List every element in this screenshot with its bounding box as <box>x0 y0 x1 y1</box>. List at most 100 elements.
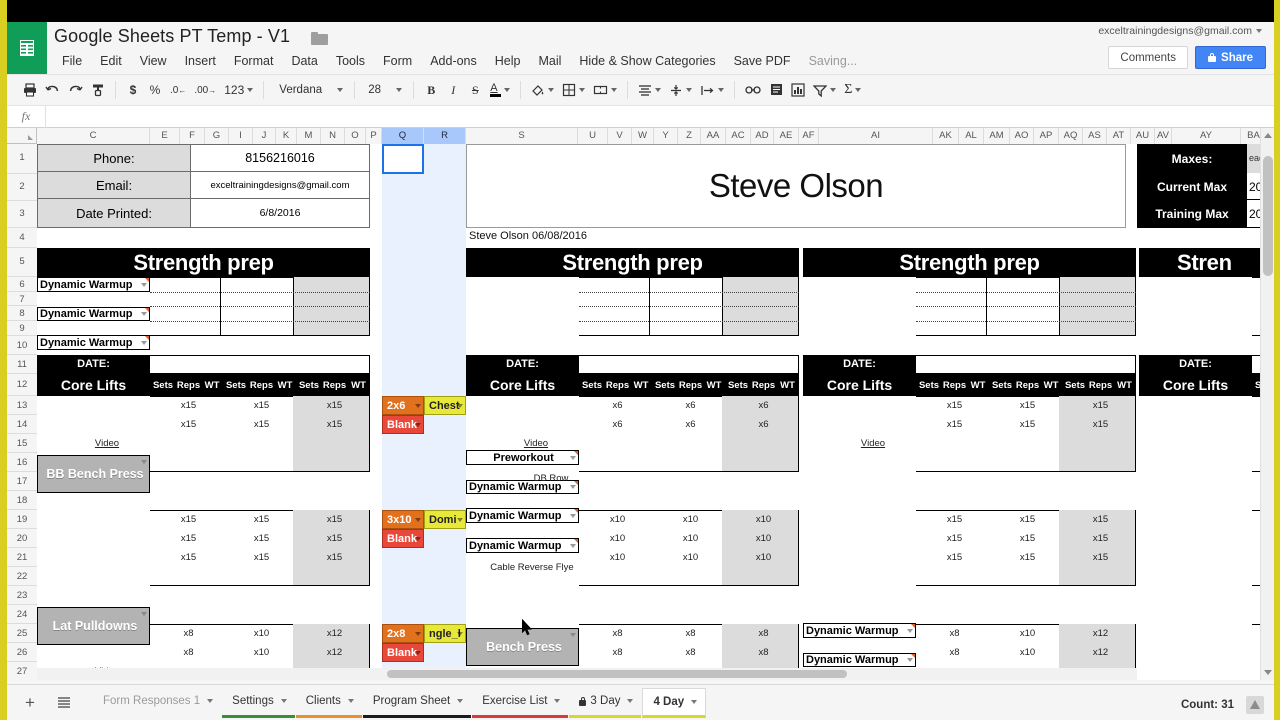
tag-cat-row25[interactable]: ngle_l <box>424 624 466 643</box>
row-header-27[interactable]: 27 <box>7 662 37 680</box>
comments-button[interactable]: Comments <box>1108 46 1188 69</box>
program-2-warmup-0[interactable]: Preworkout <box>466 450 579 465</box>
col-header-AE[interactable]: AE <box>774 128 799 144</box>
row-header-26[interactable]: 26 <box>7 643 37 662</box>
decrease-decimal-button[interactable]: .0 ← <box>166 78 190 103</box>
col-header-J[interactable]: J <box>253 128 276 144</box>
col-header-U[interactable]: U <box>578 128 608 144</box>
sheet-tab-program-sheet[interactable]: Program Sheet <box>362 688 472 718</box>
tag-set-row14[interactable]: Blank <box>382 415 424 434</box>
paint-format-icon[interactable] <box>87 78 109 103</box>
col-header-N[interactable]: N <box>321 128 345 144</box>
strikethrough-button[interactable]: S <box>464 78 486 103</box>
tag-set-row20[interactable]: Blank <box>382 529 424 548</box>
program-1-warmup-1[interactable]: Dynamic Warmup <box>37 307 150 321</box>
vertical-align-icon[interactable] <box>665 78 696 103</box>
row-header-3[interactable]: 3 <box>7 201 37 228</box>
col-header-M[interactable]: M <box>297 128 321 144</box>
row-header-6[interactable]: 6 <box>7 277 37 292</box>
program-1-lift-0[interactable]: BB Bench Press <box>37 455 150 493</box>
sheet-tab-exercise-list[interactable]: Exercise List <box>472 688 569 718</box>
row-header-19[interactable]: 19 <box>7 510 37 529</box>
col-header-AA[interactable]: AA <box>701 128 726 144</box>
col-header-AP[interactable]: AP <box>1034 128 1059 144</box>
sheet-tab-settings[interactable]: Settings <box>222 688 295 718</box>
client-info-value-email[interactable]: exceltrainingdesigns@gmail.com <box>190 172 369 199</box>
program-2-date-cells[interactable] <box>579 355 799 374</box>
tag-cat-row19[interactable]: Domi <box>424 510 466 529</box>
sheet-tab-form-responses-1[interactable]: Form Responses 1 <box>93 688 221 718</box>
row-header-22[interactable]: 22 <box>7 567 37 586</box>
col-header-AC[interactable]: AC <box>726 128 751 144</box>
insert-comment-icon[interactable] <box>765 78 787 103</box>
tag-cat-row13[interactable]: Chest <box>424 396 466 415</box>
program-1-date-cells[interactable] <box>150 355 370 374</box>
program-2-warmup-2[interactable]: Dynamic Warmup <box>466 508 579 523</box>
program-1-lift-1[interactable]: Lat Pulldowns <box>37 607 150 645</box>
row-header-7[interactable]: 7 <box>7 292 37 306</box>
col-header-AK[interactable]: AK <box>933 128 959 144</box>
col-header-Z[interactable]: Z <box>678 128 701 144</box>
row-header-1[interactable]: 1 <box>7 144 37 174</box>
col-header-AT[interactable]: AT <box>1107 128 1131 144</box>
lift-video-link[interactable]: Video <box>67 438 147 449</box>
col-header-Q[interactable]: Q <box>382 128 424 144</box>
row-header-17[interactable]: 17 <box>7 472 37 491</box>
col-header-AU[interactable]: AU <box>1131 128 1155 144</box>
row-header-9[interactable]: 9 <box>7 321 37 336</box>
row-header-23[interactable]: 23 <box>7 586 37 605</box>
row-header-11[interactable]: 11 <box>7 355 37 374</box>
tag-set-row19[interactable]: 3x10 <box>382 510 424 529</box>
col-header-AD[interactable]: AD <box>751 128 774 144</box>
col-header-AY[interactable]: AY <box>1172 128 1241 144</box>
share-button[interactable]: Share <box>1195 46 1266 69</box>
add-sheet-icon[interactable]: + <box>13 688 47 718</box>
tag-set-row13[interactable]: 2x6 <box>382 396 424 415</box>
horizontal-align-icon[interactable] <box>634 78 665 103</box>
program-3-warmup-0[interactable]: Dynamic Warmup <box>803 623 916 638</box>
row-header-15[interactable]: 15 <box>7 434 37 453</box>
row-header-12[interactable]: 12 <box>7 374 37 396</box>
col-header-P[interactable]: P <box>366 128 382 144</box>
menu-format[interactable]: Format <box>225 52 283 70</box>
tag-set-row26[interactable]: Blank <box>382 643 424 662</box>
document-title[interactable]: Google Sheets PT Temp - V1 <box>54 26 290 47</box>
col-header-R[interactable]: R <box>424 128 466 144</box>
program-1-warmup-2[interactable]: Dynamic Warmup <box>37 335 150 350</box>
menu-mail[interactable]: Mail <box>529 52 570 70</box>
menu-data[interactable]: Data <box>282 52 326 70</box>
menu-insert[interactable]: Insert <box>176 52 225 70</box>
row-header-2[interactable]: 2 <box>7 174 37 201</box>
account-email[interactable]: exceltrainingdesigns@gmail.com <box>1098 25 1262 37</box>
menu-form[interactable]: Form <box>374 52 421 70</box>
client-info-value-date[interactable]: 6/8/2016 <box>190 199 369 227</box>
increase-decimal-button[interactable]: .00 → <box>190 78 220 103</box>
col-header-I[interactable]: I <box>229 128 253 144</box>
print-icon[interactable] <box>19 78 41 103</box>
menu-edit[interactable]: Edit <box>91 52 131 70</box>
select-all-corner[interactable] <box>7 128 37 144</box>
redo-icon[interactable] <box>64 78 87 103</box>
scroll-down-icon[interactable] <box>1264 670 1272 675</box>
client-info-value-phone[interactable]: 8156216016 <box>190 145 369 172</box>
text-wrap-icon[interactable] <box>696 78 728 103</box>
row-header-4[interactable]: 4 <box>7 228 37 248</box>
row-header-21[interactable]: 21 <box>7 548 37 567</box>
row-header-5[interactable]: 5 <box>7 248 37 277</box>
merge-cells-icon[interactable] <box>589 78 621 103</box>
col-header-F[interactable]: F <box>180 128 205 144</box>
scroll-up-icon[interactable] <box>1264 133 1272 138</box>
col-header-AM[interactable]: AM <box>984 128 1010 144</box>
program-1-warmup-0[interactable]: Dynamic Warmup <box>37 277 150 292</box>
col-header-AO[interactable]: AO <box>1010 128 1034 144</box>
col-header-AQ[interactable]: AQ <box>1059 128 1083 144</box>
row-header-25[interactable]: 25 <box>7 624 37 643</box>
program-3-warmup-1[interactable]: Dynamic Warmup <box>803 653 916 667</box>
italic-button[interactable]: I <box>442 78 464 103</box>
program-2-warmup-3[interactable]: Dynamic Warmup <box>466 538 579 553</box>
col-header-S[interactable]: S <box>466 128 578 144</box>
undo-icon[interactable] <box>41 78 64 103</box>
menu-tools[interactable]: Tools <box>327 52 374 70</box>
more-formats-button[interactable]: 123 <box>220 78 257 103</box>
row-header-20[interactable]: 20 <box>7 529 37 548</box>
